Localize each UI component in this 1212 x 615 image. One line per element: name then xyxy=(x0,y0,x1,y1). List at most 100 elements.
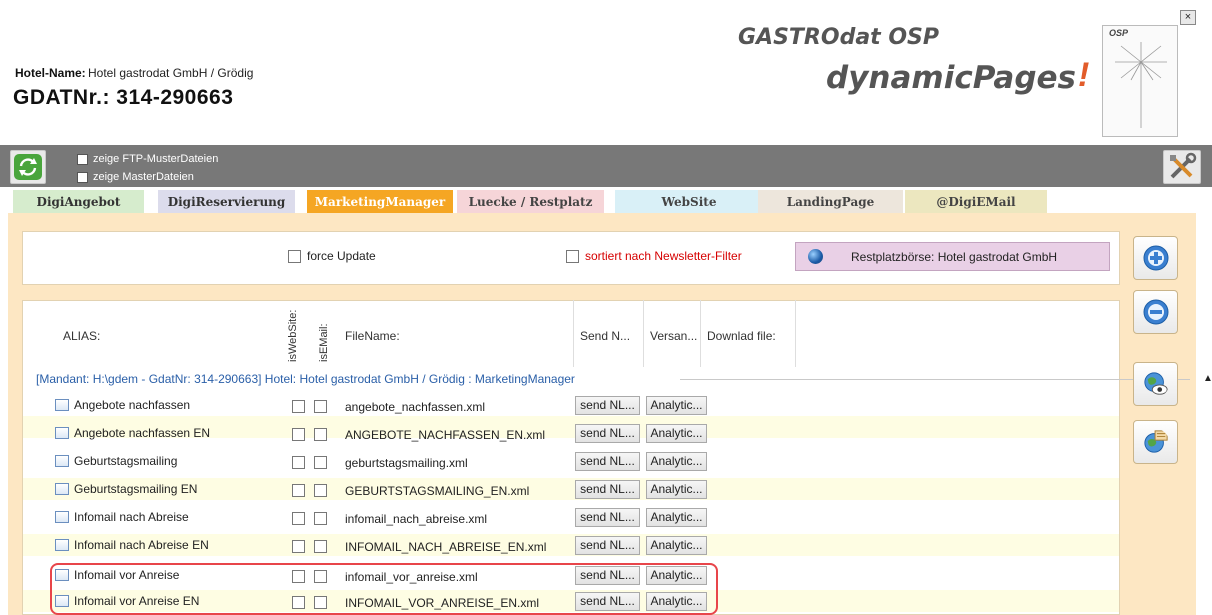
filename-cell: geburtstagsmailing.xml xyxy=(345,456,468,470)
force-update-label: force Update xyxy=(307,249,376,263)
tools-icon xyxy=(1170,152,1197,179)
brand-title: GASTROdat OSP xyxy=(738,25,940,50)
alias-cell: Infomail nach Abreise xyxy=(55,510,189,524)
iswebsite-checkbox[interactable] xyxy=(292,400,305,413)
send-nl-button[interactable]: send NL... xyxy=(575,508,640,527)
iswebsite-checkbox[interactable] xyxy=(292,428,305,441)
osp-logo: OSP xyxy=(1102,25,1178,137)
filename-cell: infomail_nach_abreise.xml xyxy=(345,512,488,526)
master-files-label: zeige MasterDateien xyxy=(93,171,194,183)
column-header-versand[interactable]: Versan... xyxy=(650,329,697,343)
alias-text: Angebote nachfassen xyxy=(74,398,191,412)
ftp-muster-checkbox[interactable] xyxy=(77,153,88,165)
sort-newsletter-label: sortiert nach Newsletter-Filter xyxy=(585,249,742,263)
tab-luecke-restplatz[interactable]: Luecke / Restplatz xyxy=(457,190,604,214)
alias-text: Geburtstagsmailing EN xyxy=(74,482,198,496)
globe-eye-icon xyxy=(1144,372,1168,395)
iswebsite-checkbox[interactable] xyxy=(292,456,305,469)
analytics-button[interactable]: Analytic... xyxy=(646,424,707,443)
column-header-send[interactable]: Send N... xyxy=(580,329,630,343)
isemail-checkbox[interactable] xyxy=(314,400,327,413)
tab-label: WebSite xyxy=(661,195,717,209)
column-divider xyxy=(795,300,796,367)
analytics-button[interactable]: Analytic... xyxy=(646,452,707,471)
brand-exclaim: ! xyxy=(1078,56,1090,94)
analytics-button[interactable]: Analytic... xyxy=(646,396,707,415)
refresh-icon xyxy=(14,154,42,180)
tab-digireservierung[interactable]: DigiReservierung xyxy=(158,190,295,214)
tab-digiangebot[interactable]: DigiAngebot xyxy=(13,190,144,214)
document-icon xyxy=(55,427,69,439)
hotel-name-value: Hotel gastrodat GmbH / Grödig xyxy=(88,66,254,80)
document-icon xyxy=(55,399,69,411)
isemail-checkbox[interactable] xyxy=(314,484,327,497)
preview-web-button[interactable] xyxy=(1133,362,1178,406)
filename-cell: GEBURTSTAGSMAILING_EN.xml xyxy=(345,484,530,498)
remove-button[interactable] xyxy=(1133,290,1178,334)
restplatz-button[interactable]: Restplatzbörse: Hotel gastrodat GmbH xyxy=(795,242,1110,271)
master-files-checkbox-row[interactable]: zeige MasterDateien xyxy=(77,171,194,183)
iswebsite-checkbox[interactable] xyxy=(292,512,305,525)
analytics-button[interactable]: Analytic... xyxy=(646,480,707,499)
column-header-filename[interactable]: FileName: xyxy=(345,329,400,343)
alias-cell: Angebote nachfassen EN xyxy=(55,426,210,440)
globe-icon xyxy=(808,249,823,264)
isemail-checkbox[interactable] xyxy=(314,512,327,525)
force-update-checkbox[interactable] xyxy=(288,249,301,263)
gdat-number: GDATNr.: 314-290663 xyxy=(13,86,233,110)
alias-cell: Angebote nachfassen xyxy=(55,398,190,412)
close-button[interactable]: × xyxy=(1180,10,1196,25)
column-divider xyxy=(643,300,644,367)
column-header-isemail[interactable]: isEMail: xyxy=(318,320,330,362)
alias-cell: Geburtstagsmailing EN xyxy=(55,482,197,496)
group-row-label[interactable]: [Mandant: H:\gdem - GdatNr: 314-290663] … xyxy=(36,372,575,386)
gdat-label: GDATNr.: xyxy=(13,86,110,109)
filename-cell: angebote_nachfassen.xml xyxy=(345,400,486,414)
refresh-button[interactable] xyxy=(10,150,46,184)
column-header-download[interactable]: Downlad file: xyxy=(707,329,776,343)
send-nl-button[interactable]: send NL... xyxy=(575,452,640,471)
alias-cell: Geburtstagsmailing xyxy=(55,454,177,468)
analytics-button[interactable]: Analytic... xyxy=(646,536,707,555)
column-divider xyxy=(573,300,574,367)
force-update-row[interactable]: force Update xyxy=(288,249,376,263)
sort-newsletter-row[interactable]: sortiert nach Newsletter-Filter xyxy=(566,249,742,263)
sort-newsletter-checkbox[interactable] xyxy=(566,249,579,263)
alias-cell: Infomail nach Abreise EN xyxy=(55,538,209,552)
tab-website[interactable]: WebSite xyxy=(615,190,763,214)
column-header-alias[interactable]: ALIAS: xyxy=(63,329,100,343)
tab-marketingmanager[interactable]: MarketingManager xyxy=(307,190,453,214)
plus-icon xyxy=(1143,245,1169,271)
isemail-checkbox[interactable] xyxy=(314,428,327,441)
ftp-muster-checkbox-row[interactable]: zeige FTP-MusterDateien xyxy=(77,153,218,165)
isemail-checkbox[interactable] xyxy=(314,540,327,553)
column-divider xyxy=(700,300,701,367)
logo-text: OSP xyxy=(1109,28,1129,38)
filename-cell: INFOMAIL_NACH_ABREISE_EN.xml xyxy=(345,540,547,554)
iswebsite-checkbox[interactable] xyxy=(292,540,305,553)
table-row[interactable] xyxy=(23,451,1119,473)
group-divider xyxy=(680,379,1190,380)
ftp-muster-label: zeige FTP-MusterDateien xyxy=(93,153,219,165)
column-header-iswebsite[interactable]: isWebSite: xyxy=(287,302,299,362)
collapse-caret-icon[interactable]: ▲ xyxy=(1203,373,1212,384)
send-nl-button[interactable]: send NL... xyxy=(575,480,640,499)
send-nl-button[interactable]: send NL... xyxy=(575,396,640,415)
send-nl-button[interactable]: send NL... xyxy=(575,536,640,555)
send-nl-button[interactable]: send NL... xyxy=(575,424,640,443)
iswebsite-checkbox[interactable] xyxy=(292,484,305,497)
master-files-checkbox[interactable] xyxy=(77,171,88,183)
restplatz-label: Restplatzbörse: Hotel gastrodat GmbH xyxy=(851,249,1058,264)
analytics-button[interactable]: Analytic... xyxy=(646,508,707,527)
alias-text: Geburtstagsmailing xyxy=(74,454,178,468)
document-icon xyxy=(55,483,69,495)
tab-landingpage[interactable]: LandingPage xyxy=(758,190,903,214)
add-button[interactable] xyxy=(1133,236,1178,280)
hotel-name-label: Hotel-Name: xyxy=(15,66,86,80)
settings-tools-button[interactable] xyxy=(1163,150,1201,184)
spellcheck-button[interactable] xyxy=(1133,420,1178,464)
tab-label: MarketingManager xyxy=(314,195,446,209)
minus-icon xyxy=(1143,299,1169,325)
isemail-checkbox[interactable] xyxy=(314,456,327,469)
tab-digiemail[interactable]: @DigiEMail xyxy=(905,190,1047,214)
